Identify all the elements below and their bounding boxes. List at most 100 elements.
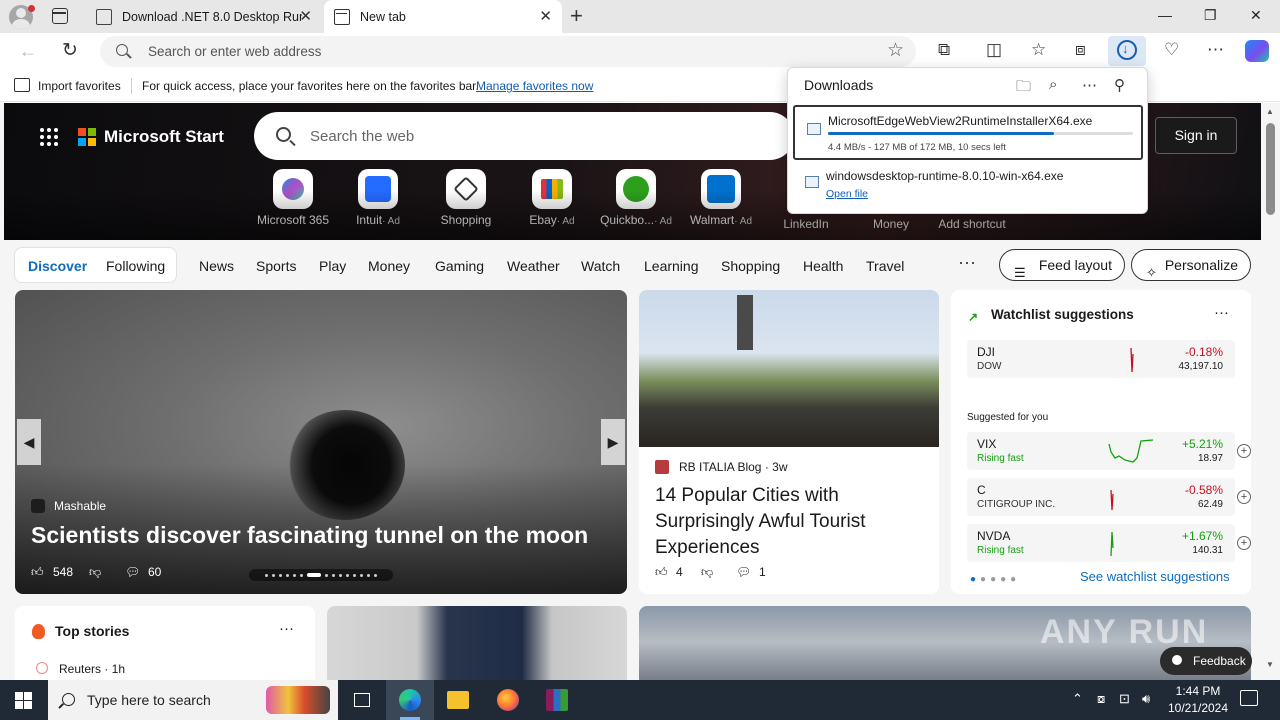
story-source[interactable]: Reuters · 1h xyxy=(59,662,125,676)
tab-discover[interactable]: Discover xyxy=(28,258,87,274)
tab-following[interactable]: Following xyxy=(106,258,165,274)
tab-actions-icon[interactable] xyxy=(52,8,68,24)
main-story-card[interactable]: ◀ ▶ Mashable Scientists discover fascina… xyxy=(15,290,627,594)
file-explorer-icon[interactable] xyxy=(434,680,482,720)
shortcut-walmart[interactable]: Walmart· Ad xyxy=(681,169,761,227)
tray-overflow-icon[interactable]: ⌃ xyxy=(1072,691,1083,707)
nav-money[interactable]: Money xyxy=(368,258,410,274)
collections-icon[interactable]: ⧈ xyxy=(1075,41,1086,59)
dislike-icon[interactable]: 👎︎ xyxy=(701,565,713,580)
story-title[interactable]: Scientists discover fascinating tunnel o… xyxy=(31,522,588,549)
shortcut-quickbooks[interactable]: Quickbo...· Ad xyxy=(596,169,676,227)
browser-essentials-icon[interactable]: ♡ xyxy=(1164,41,1179,59)
top-stories-title[interactable]: Top stories xyxy=(55,623,129,639)
nav-news[interactable]: News xyxy=(199,258,234,274)
shortcut-intuit[interactable]: Intuit· Ad xyxy=(338,169,418,227)
downloads-button[interactable] xyxy=(1108,36,1146,66)
network-icon[interactable]: ⊡ xyxy=(1119,691,1130,707)
copilot-icon[interactable] xyxy=(1245,40,1269,62)
shortcut-microsoft365[interactable]: Microsoft 365 xyxy=(253,169,333,227)
manage-favorites-link[interactable]: Manage favorites now xyxy=(476,79,593,93)
settings-more-icon[interactable]: ⋯ xyxy=(1207,41,1224,59)
watchlist-title[interactable]: Watchlist suggestions xyxy=(991,307,1134,322)
task-view-icon[interactable] xyxy=(338,680,386,720)
brand-title[interactable]: Microsoft Start xyxy=(104,127,224,147)
see-watchlist-link[interactable]: See watchlist suggestions xyxy=(1080,569,1230,584)
stock-row-dji[interactable]: DJI DOW -0.18% 43,197.10 xyxy=(967,340,1235,378)
personalize-button[interactable]: ✧ Personalize xyxy=(1131,249,1251,281)
tab-dotnet-download[interactable]: Download .NET 8.0 Desktop Runtime ✕ xyxy=(86,0,322,33)
nav-more-button[interactable]: ··· xyxy=(958,252,976,273)
story-image-card[interactable] xyxy=(327,606,627,680)
pagination-dots[interactable]: ●●●●● xyxy=(970,574,1020,585)
add-favorite-icon[interactable]: ☆ xyxy=(887,39,904,62)
carousel-prev-button[interactable]: ◀ xyxy=(17,419,41,465)
dislike-icon[interactable]: 👎︎ xyxy=(89,565,101,580)
feed-layout-button[interactable]: ☰ Feed layout xyxy=(999,249,1125,281)
more-options-button[interactable]: ··· xyxy=(279,620,294,637)
like-icon[interactable]: 👍︎ xyxy=(655,565,668,580)
nav-learning[interactable]: Learning xyxy=(644,258,699,274)
more-options-icon[interactable]: ⋯ xyxy=(1082,76,1097,94)
nav-weather[interactable]: Weather xyxy=(507,258,560,274)
shortcut-ebay[interactable]: Ebay· Ad xyxy=(512,169,592,227)
story-card[interactable]: RB ITALIA Blog · 3w 14 Popular Cities wi… xyxy=(639,290,939,594)
search-icon[interactable]: ⌕ xyxy=(1049,76,1057,93)
new-tab-button[interactable]: + xyxy=(570,5,583,27)
stock-row-nvda[interactable]: NVDA Rising fast +1.67% 140.31 + xyxy=(967,524,1251,562)
winrar-icon[interactable] xyxy=(533,680,581,720)
firefox-icon[interactable] xyxy=(484,680,532,720)
more-options-button[interactable]: ··· xyxy=(1214,304,1229,321)
volume-icon[interactable]: 🔊︎ xyxy=(1142,691,1150,707)
edge-icon[interactable] xyxy=(386,680,434,720)
windows-start-icon[interactable] xyxy=(15,692,32,709)
story-source[interactable]: Mashable xyxy=(54,499,106,513)
download-item-in-progress[interactable]: MicrosoftEdgeWebView2RuntimeInstallerX64… xyxy=(793,105,1143,160)
nav-travel[interactable]: Travel xyxy=(866,258,904,274)
download-item-complete[interactable]: windowsdesktop-runtime-8.0.10-win-x64.ex… xyxy=(793,164,1143,212)
comment-icon[interactable]: 💬︎ xyxy=(125,565,140,579)
shortcut-shopping[interactable]: Shopping xyxy=(426,169,506,227)
story-source[interactable]: RB ITALIA Blog · 3w xyxy=(679,460,788,474)
carousel-dots[interactable] xyxy=(249,569,393,581)
back-button[interactable]: ← xyxy=(19,41,37,62)
stock-row-vix[interactable]: VIX Rising fast +5.21% 18.97 + xyxy=(967,432,1251,470)
refresh-button[interactable]: ↻ xyxy=(62,39,78,62)
pin-icon[interactable]: ⚲ xyxy=(1114,76,1125,94)
comment-icon[interactable]: 💬︎ xyxy=(736,565,751,579)
close-tab-icon[interactable]: ✕ xyxy=(539,9,552,24)
like-icon[interactable]: 👍︎ xyxy=(31,565,44,580)
add-to-watchlist-button[interactable]: + xyxy=(1237,444,1251,458)
nav-play[interactable]: Play xyxy=(319,258,346,274)
tab-new-tab[interactable]: New tab ✕ xyxy=(324,0,562,33)
page-scrollbar[interactable]: ▲ ▼ xyxy=(1262,103,1280,680)
split-screen-icon[interactable]: ◫ xyxy=(986,41,1002,59)
close-window-button[interactable]: ✕ xyxy=(1250,7,1262,24)
minimize-button[interactable]: — xyxy=(1158,7,1172,23)
add-to-watchlist-button[interactable]: + xyxy=(1237,536,1251,550)
open-folder-icon[interactable]: 🗀 xyxy=(1016,76,1031,101)
maximize-button[interactable]: ❐ xyxy=(1204,7,1217,24)
web-search-box[interactable]: Search the web xyxy=(254,112,794,160)
nav-health[interactable]: Health xyxy=(803,258,843,274)
add-to-watchlist-button[interactable]: + xyxy=(1237,490,1251,504)
nav-sports[interactable]: Sports xyxy=(256,258,296,274)
taskbar-search-box[interactable]: Type here to search xyxy=(48,680,338,720)
system-clock[interactable]: 1:44 PM 10/21/2024 xyxy=(1164,683,1232,717)
carousel-next-button[interactable]: ▶ xyxy=(601,419,625,465)
meet-now-icon[interactable]: ⧇ xyxy=(1097,691,1105,707)
favorites-icon[interactable]: ☆ xyxy=(1031,41,1046,59)
stock-row-c[interactable]: C CITIGROUP INC. -0.58% 62.49 + xyxy=(967,478,1251,516)
nav-shopping[interactable]: Shopping xyxy=(721,258,780,274)
nav-watch[interactable]: Watch xyxy=(581,258,620,274)
address-bar[interactable]: Search or enter web address ☆ xyxy=(100,36,916,67)
scroll-down-icon[interactable]: ▼ xyxy=(1266,660,1274,669)
extensions-icon[interactable]: ⧉ xyxy=(938,41,950,59)
nav-gaming[interactable]: Gaming xyxy=(435,258,484,274)
scrollbar-thumb[interactable] xyxy=(1266,123,1275,215)
open-file-link[interactable]: Open file xyxy=(826,188,868,200)
notifications-icon[interactable] xyxy=(1240,690,1258,706)
story-title[interactable]: 14 Popular Cities with Surprisingly Awfu… xyxy=(655,483,925,561)
close-tab-icon[interactable]: ✕ xyxy=(299,9,312,24)
scroll-up-icon[interactable]: ▲ xyxy=(1266,107,1274,116)
